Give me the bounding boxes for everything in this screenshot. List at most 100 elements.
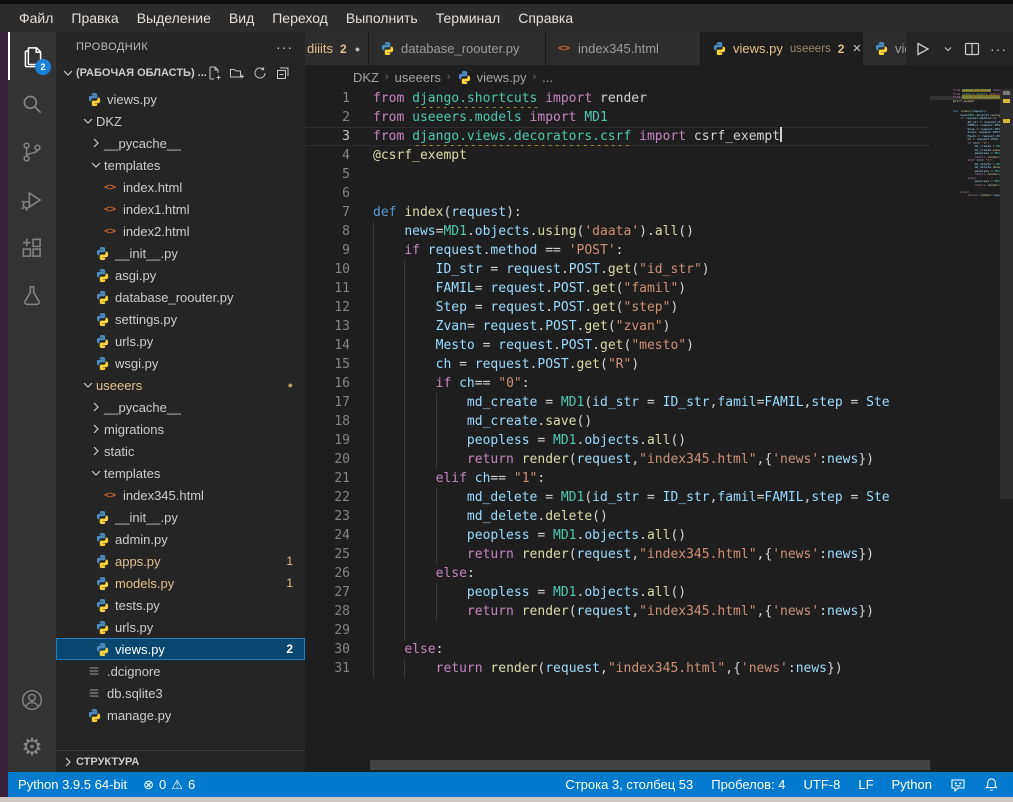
tree-item[interactable]: <>index.html	[56, 176, 305, 198]
chevron-down-icon[interactable]	[88, 157, 104, 173]
code-line[interactable]: 6	[305, 184, 930, 203]
code-line[interactable]: 7def index(request):	[305, 203, 930, 222]
code-line[interactable]: 22 md_delete = MD1(id_str = ID_str,famil…	[305, 488, 930, 507]
code-line[interactable]: 13 Zvan= request.POST.get("zvan")	[305, 317, 930, 336]
code-line[interactable]: 25 return render(request,"index345.html"…	[305, 545, 930, 564]
tree-item[interactable]: tests.py	[56, 594, 305, 616]
new-folder-icon[interactable]	[229, 65, 245, 81]
search-icon[interactable]	[8, 80, 56, 128]
editor-more-actions-icon[interactable]: ···	[990, 41, 1007, 57]
code-line[interactable]: 31 return render(request,"index345.html"…	[305, 659, 930, 678]
code-line[interactable]: 10 ID_str = request.POST.get("id_str")	[305, 260, 930, 279]
breadcrumb-item[interactable]: ...	[542, 70, 553, 85]
chevron-right-icon[interactable]	[88, 135, 104, 151]
status-eol[interactable]: LF	[858, 777, 873, 792]
tree-item[interactable]: admin.py	[56, 528, 305, 550]
code-line[interactable]: 11 FAMIL= request.POST.get("famil")	[305, 279, 930, 298]
vertical-scrollbar[interactable]	[1000, 89, 1013, 772]
code-line[interactable]: 12 Step = request.POST.get("step")	[305, 298, 930, 317]
chevron-down-icon[interactable]	[88, 465, 104, 481]
code-line[interactable]: 19 peopless = MD1.objects.all()	[305, 431, 930, 450]
code-line[interactable]: 5	[305, 165, 930, 184]
scrollbar-thumb[interactable]	[370, 760, 930, 770]
run-button[interactable]	[912, 39, 932, 59]
code-line[interactable]: 2from useeers.models import MD1	[305, 108, 930, 127]
tree-item[interactable]: migrations	[56, 418, 305, 440]
status-cursor-position[interactable]: Строка 3, столбец 53	[565, 777, 693, 792]
tree-item[interactable]: urls.py	[56, 330, 305, 352]
testing-icon[interactable]	[8, 272, 56, 320]
tree-item[interactable]: __init__.py	[56, 242, 305, 264]
run-debug-icon[interactable]	[8, 176, 56, 224]
tab-close-icon[interactable]: ×	[852, 41, 861, 56]
breadcrumb-item[interactable]: useeers	[395, 70, 441, 85]
editor-tab[interactable]: views.pyuseeers2×	[701, 32, 863, 65]
editor-tab[interactable]: <>index345.html	[546, 32, 701, 65]
tree-item[interactable]: settings.py	[56, 308, 305, 330]
code-line[interactable]: 9 if request.method == 'POST':	[305, 241, 930, 260]
account-icon[interactable]	[8, 676, 56, 724]
tree-item[interactable]: urls.py	[56, 616, 305, 638]
chevron-right-icon[interactable]	[88, 443, 104, 459]
tree-item[interactable]: DKZ	[56, 110, 305, 132]
code-line[interactable]: 4@csrf_exempt	[305, 146, 930, 165]
status-encoding[interactable]: UTF-8	[804, 777, 841, 792]
editor-tab[interactable]: diiits2●	[305, 32, 369, 65]
code-line[interactable]: 26 else:	[305, 564, 930, 583]
tree-item[interactable]: __pycache__	[56, 132, 305, 154]
code-line[interactable]: 1from django.shortcuts import render	[305, 89, 930, 108]
collapse-all-icon[interactable]	[275, 65, 291, 81]
feedback-icon[interactable]	[950, 777, 966, 793]
workspace-section-header[interactable]: (РАБОЧАЯ ОБЛАСТЬ) ...	[56, 62, 305, 84]
status-indentation[interactable]: Пробелов: 4	[711, 777, 785, 792]
menu-item[interactable]: Терминал	[427, 4, 509, 32]
tree-item[interactable]: manage.py	[56, 704, 305, 726]
tree-item[interactable]: useeers●	[56, 374, 305, 396]
tree-item[interactable]: apps.py1	[56, 550, 305, 572]
breadcrumb-item[interactable]: DKZ	[353, 70, 379, 85]
code-line[interactable]: 23 md_delete.delete()	[305, 507, 930, 526]
split-editor-icon[interactable]	[964, 41, 980, 57]
code-line[interactable]: 20 return render(request,"index345.html"…	[305, 450, 930, 469]
tree-item[interactable]: models.py1	[56, 572, 305, 594]
tree-item[interactable]: db.sqlite3	[56, 682, 305, 704]
menu-item[interactable]: Переход	[263, 4, 337, 32]
code-line[interactable]: 29	[305, 621, 930, 640]
status-python-version[interactable]: Python 3.9.5 64-bit	[18, 777, 127, 792]
code-line[interactable]: 3from django.views.decorators.csrf impor…	[305, 127, 930, 146]
new-file-icon[interactable]	[206, 65, 222, 81]
chevron-down-icon[interactable]	[80, 113, 96, 129]
files-icon[interactable]: 2	[8, 32, 56, 80]
tree-item[interactable]: __pycache__	[56, 396, 305, 418]
refresh-icon[interactable]	[252, 65, 268, 81]
menu-item[interactable]: Выделение	[128, 4, 220, 32]
status-problems[interactable]: ⊗ 0 ⚠ 6	[143, 777, 195, 793]
tree-item[interactable]: views.py2	[56, 638, 305, 660]
tree-item[interactable]: <>index345.html	[56, 484, 305, 506]
more-actions-icon[interactable]: ···	[276, 39, 293, 55]
editor-tab[interactable]: database_roouter.py	[369, 32, 546, 65]
menu-item[interactable]: Выполнить	[337, 4, 427, 32]
tree-item[interactable]: <>index2.html	[56, 220, 305, 242]
source-control-icon[interactable]	[8, 128, 56, 176]
horizontal-scrollbar[interactable]	[370, 760, 970, 770]
editor-tab[interactable]: vie	[863, 32, 908, 65]
tree-item[interactable]: wsgi.py	[56, 352, 305, 374]
bell-icon[interactable]	[984, 777, 999, 792]
tree-item[interactable]: <>index1.html	[56, 198, 305, 220]
chevron-right-icon[interactable]	[88, 421, 104, 437]
code-line[interactable]: 14 Mesto = request.POST.get("mesto")	[305, 336, 930, 355]
settings-gear-icon[interactable]: ⚙	[8, 724, 56, 772]
chevron-down-icon[interactable]	[80, 377, 96, 393]
code-line[interactable]: 24 peopless = MD1.objects.all()	[305, 526, 930, 545]
tree-item[interactable]: .dcignore	[56, 660, 305, 682]
scrollbar-thumb[interactable]	[1000, 89, 1013, 499]
tree-item[interactable]: static	[56, 440, 305, 462]
code-line[interactable]: 27 peopless = MD1.objects.all()	[305, 583, 930, 602]
code-line[interactable]: 17 md_create = MD1(id_str = ID_str,famil…	[305, 393, 930, 412]
breadcrumb-item[interactable]: views.py	[477, 70, 527, 85]
code-line[interactable]: 15 ch = request.POST.get("R")	[305, 355, 930, 374]
structure-section-header[interactable]: СТРУКТУРА	[56, 750, 305, 772]
code-line[interactable]: 21 elif ch== "1":	[305, 469, 930, 488]
tree-item[interactable]: asgi.py	[56, 264, 305, 286]
